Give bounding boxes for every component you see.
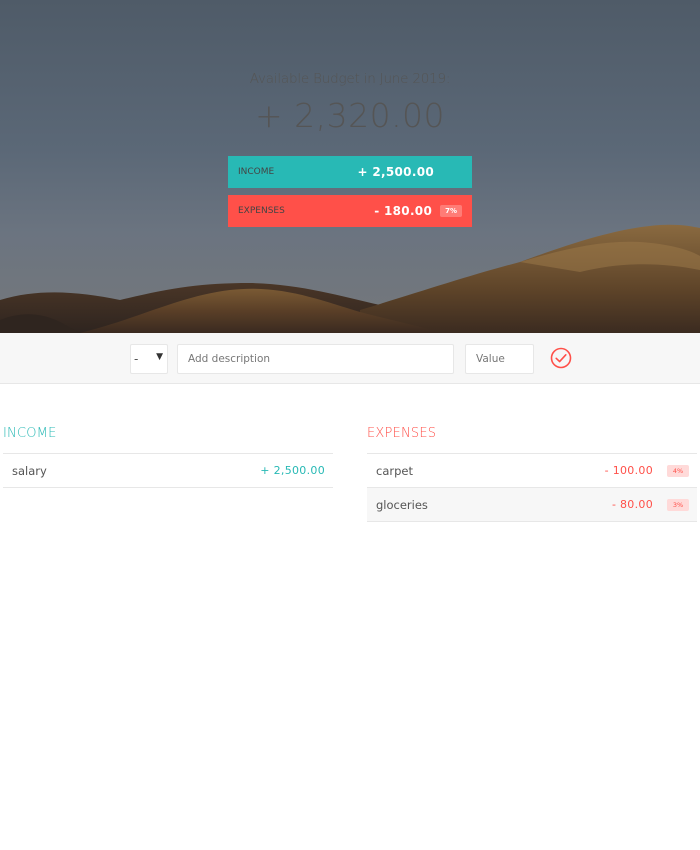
- expense-item-description: carpet: [376, 463, 413, 478]
- income-item-description: salary: [12, 463, 47, 478]
- income-item-value: + 2,500.00: [260, 464, 325, 477]
- expense-item[interactable]: carpet - 100.00 4%: [367, 454, 697, 488]
- expense-item-percentage: 4%: [667, 464, 689, 477]
- add-value-input[interactable]: [465, 344, 534, 374]
- chevron-down-icon: ▼: [156, 352, 163, 362]
- expense-item-description: gloceries: [376, 497, 428, 512]
- income-list-title: Income: [3, 426, 333, 454]
- income-list: Income salary + 2,500.00: [3, 426, 333, 488]
- budget-income-value: + 2,500.00: [357, 165, 434, 179]
- budget-header: Available Budget in June 2019: + 2,320.0…: [0, 0, 700, 333]
- income-item[interactable]: salary + 2,500.00: [3, 454, 333, 488]
- expenses-list-title: Expenses: [367, 426, 697, 454]
- budget-income-summary: Income + 2,500.00: [228, 156, 472, 188]
- add-item-bar: - ▼: [0, 333, 700, 384]
- budget-income-label: Income: [238, 167, 275, 177]
- expense-item[interactable]: gloceries - 80.00 3%: [367, 488, 697, 522]
- add-submit-button[interactable]: [549, 346, 573, 370]
- expenses-list: Expenses carpet - 100.00 4% gloceries - …: [367, 426, 697, 522]
- expense-item-value: - 100.00: [604, 464, 653, 477]
- add-description-input[interactable]: [177, 344, 454, 374]
- expense-item-percentage: 3%: [667, 498, 689, 511]
- budget-expenses-value: - 180.00: [374, 204, 433, 218]
- budget-title: Available Budget in June 2019:: [249, 71, 451, 87]
- budget-expenses-label: Expenses: [238, 206, 285, 216]
- add-type-select[interactable]: - ▼: [130, 344, 168, 374]
- expense-item-value: - 80.00: [611, 498, 653, 511]
- checkmark-circle-icon: [550, 347, 572, 369]
- budget-value: + 2,320.00: [254, 96, 446, 135]
- budget-expenses-summary: Expenses - 180.00 7%: [228, 195, 472, 227]
- budget-expenses-percentage: 7%: [440, 205, 462, 217]
- add-type-value: -: [134, 352, 139, 366]
